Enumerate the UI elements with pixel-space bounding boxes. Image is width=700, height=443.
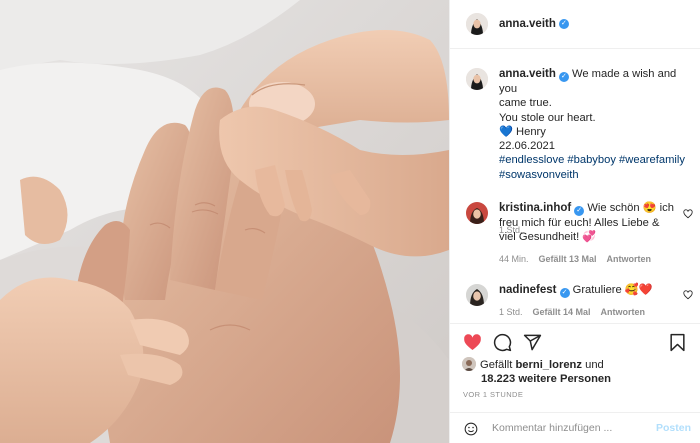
- post-header: anna.veith ✓: [450, 0, 700, 49]
- likes-others-link[interactable]: 18.223 weitere Personen: [462, 372, 692, 386]
- caption-avatar[interactable]: [466, 68, 488, 90]
- caption-hashtags[interactable]: #endlesslove #babyboy #wearefamily: [499, 153, 688, 167]
- caption-text: came true.: [499, 97, 552, 110]
- likes-connector: und: [585, 359, 604, 371]
- caption-text: 💙 Henry: [499, 125, 546, 138]
- caption-text: You stole our heart.: [499, 111, 596, 124]
- comment-body: nadinefest ✓ Gratuliere 🥰❤️: [499, 283, 688, 306]
- commenter-avatar[interactable]: [466, 202, 488, 224]
- share-icon: [523, 334, 542, 351]
- verified-icon: ✓: [559, 288, 570, 298]
- heart-filled-icon: [464, 334, 481, 351]
- author-avatar[interactable]: [466, 13, 488, 35]
- comment-icon: [493, 333, 512, 352]
- post-side-panel: anna.veith ✓ anna.veith ✓ We made a wish …: [449, 0, 700, 443]
- post-timestamp[interactable]: VOR 1 STUNDE: [463, 390, 523, 399]
- avatar-icon: [462, 357, 476, 371]
- likes-summary: Gefällt berni_lorenz und 18.223 weitere …: [462, 357, 692, 386]
- comment-text: Gratuliere 🥰❤️: [572, 284, 653, 296]
- action-bar: [450, 324, 700, 360]
- avatar-icon: [466, 13, 488, 35]
- caption-hashtags[interactable]: #sowasvonveith: [499, 168, 688, 182]
- comment-row: kristina.inhof ✓ Wie schön 😍 ich freu mic…: [466, 201, 688, 245]
- share-button[interactable]: [523, 333, 542, 352]
- commenter-username[interactable]: kristina.inhof: [499, 202, 571, 214]
- comment-input[interactable]: Kommentar hinzufügen ...: [492, 422, 612, 434]
- comment-button[interactable]: [493, 333, 512, 352]
- avatar-icon: [466, 202, 488, 224]
- save-button[interactable]: [668, 333, 687, 352]
- verified-icon: ✓: [558, 72, 569, 82]
- verified-icon: ✓: [574, 206, 585, 216]
- comment-likes[interactable]: Gefällt 14 Mal: [533, 307, 591, 317]
- comment-time[interactable]: 44 Min.: [499, 254, 529, 264]
- post-actions: Gefällt berni_lorenz und 18.223 weitere …: [450, 323, 700, 399]
- comment-meta: 44 Min. Gefällt 13 Mal Antworten: [499, 254, 651, 264]
- reply-button[interactable]: Antworten: [601, 307, 646, 317]
- comment-composer: Kommentar hinzufügen ... Posten: [450, 412, 700, 443]
- verified-icon: ✓: [558, 19, 569, 29]
- comment-body: kristina.inhof ✓ Wie schön 😍 ich freu mic…: [499, 201, 688, 245]
- caption-first-line: anna.veith ✓ We made a wish and you: [499, 67, 688, 96]
- liker-username[interactable]: berni_lorenz: [515, 359, 582, 371]
- liker-avatar[interactable]: [462, 357, 476, 371]
- comment-meta: 1 Std. Gefällt 14 Mal Antworten: [499, 307, 645, 317]
- post-modal: anna.veith ✓ anna.veith ✓ We made a wish …: [0, 0, 700, 443]
- commenter-avatar[interactable]: [466, 284, 488, 306]
- commenter-username[interactable]: nadinefest: [499, 284, 557, 296]
- comment-like-heart-icon[interactable]: [683, 209, 693, 219]
- comments-list[interactable]: anna.veith ✓ We made a wish and you came …: [450, 50, 700, 323]
- comment-row: nadinefest ✓ Gratuliere 🥰❤️: [466, 283, 688, 306]
- heart-outline-icon: [683, 290, 693, 300]
- emoji-button[interactable]: [464, 422, 478, 436]
- caption-text: 22.06.2021: [499, 140, 555, 153]
- caption-username[interactable]: anna.veith: [499, 68, 556, 80]
- likes-prefix: Gefällt: [480, 359, 513, 371]
- comment-time[interactable]: 1 Std.: [499, 307, 523, 317]
- caption-row: anna.veith ✓ We made a wish and you came …: [466, 67, 688, 182]
- bookmark-icon: [670, 333, 685, 352]
- reply-button[interactable]: Antworten: [607, 254, 652, 264]
- emoji-icon: [464, 422, 478, 436]
- like-button[interactable]: [463, 333, 482, 352]
- photo-hands-image: [0, 0, 449, 443]
- comment-likes[interactable]: Gefällt 13 Mal: [539, 254, 597, 264]
- comment-like-heart-icon[interactable]: [683, 290, 693, 300]
- author-username[interactable]: anna.veith: [499, 18, 556, 30]
- heart-outline-icon: [683, 209, 693, 219]
- avatar-icon: [466, 68, 488, 90]
- avatar-icon: [466, 284, 488, 306]
- post-comment-button[interactable]: Posten: [656, 422, 691, 434]
- caption-body: anna.veith ✓ We made a wish and you came …: [499, 67, 688, 182]
- post-photo[interactable]: [0, 0, 449, 443]
